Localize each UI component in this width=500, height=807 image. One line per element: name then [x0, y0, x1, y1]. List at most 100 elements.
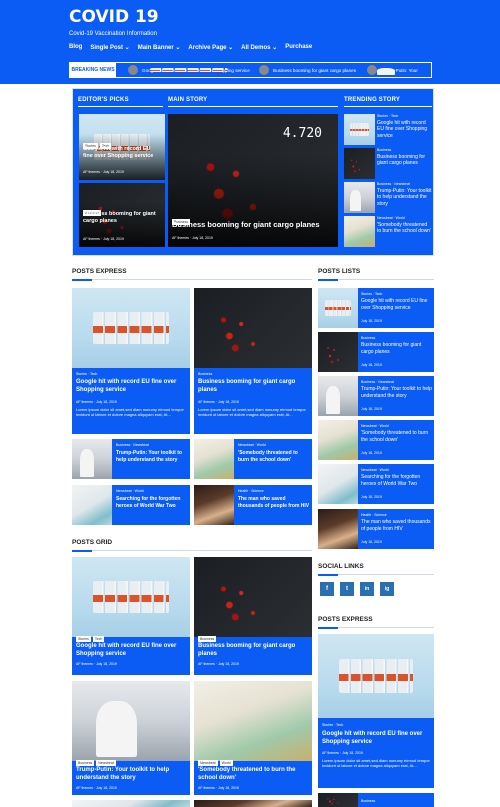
nav-item-purchase[interactable]: Purchase	[285, 44, 312, 51]
breaking-news-label: BREAKING NEWS	[70, 63, 116, 77]
post-image	[72, 288, 190, 368]
ticker-item[interactable]: Trump-Putin: Your	[367, 65, 418, 75]
ticker-item[interactable]: Business booming for giant cargo planes	[259, 65, 356, 75]
nav-item-single-post[interactable]: Single Post ⌄	[90, 44, 129, 51]
post-meta: AF themes · July 18, 2019	[198, 400, 239, 404]
trending-item[interactable]: Business Business booming for giant cargo…	[344, 148, 432, 179]
post-meta: AF themes · July 18, 2019	[76, 662, 117, 666]
list-item[interactable]: Newsbeat · World 'Somebody threatened to …	[318, 420, 434, 460]
post-thumb	[194, 485, 234, 525]
divider	[168, 106, 338, 107]
list-item[interactable]: Business Business booming for giant cargo…	[318, 332, 434, 372]
post-thumb	[318, 509, 358, 549]
list-item[interactable]: Business · Newsbeat Trump-Putin: Your too…	[318, 376, 434, 416]
post-title[interactable]: Google hit with record EU fine over Shop…	[83, 146, 161, 160]
post-title[interactable]: Google hit with record EU fine over Shop…	[322, 731, 430, 747]
list-item[interactable]: Business	[318, 793, 434, 807]
grid-card[interactable]: Stories Tech Google hit with record EU fi…	[72, 557, 190, 675]
post-title[interactable]: 'Somebody threatened to burn the school …	[198, 766, 308, 782]
nav-item-archive-page[interactable]: Archive Page ⌄	[188, 44, 233, 51]
breaking-news-ticker: BREAKING NEWS Google hit with record EU …	[69, 62, 432, 78]
editors-pick-card[interactable]: Stories Tech Google hit with record EU fi…	[79, 114, 165, 180]
trending-item[interactable]: Business · Newsbeat Trump-Putin: Your too…	[344, 182, 432, 213]
post-meta: AF themes · July 18, 2019	[83, 170, 124, 174]
site-tagline: Covid-19 Vaccination Information	[69, 31, 157, 37]
post-excerpt: Lorem ipsum dolor sit amet,sed diam nonu…	[322, 758, 430, 769]
list-item[interactable]: Newsbeat · World Searching for the forgot…	[318, 464, 434, 504]
post-image	[194, 681, 312, 761]
post-thumb	[194, 439, 234, 479]
post-title[interactable]: 'Somebody threatened to burn the school …	[361, 430, 433, 443]
nav-item-all-demos[interactable]: All Demos ⌄	[241, 44, 277, 51]
post-title[interactable]: Business booming for giant cargo planes	[198, 379, 308, 395]
grid-card[interactable]: Business Newsbeat Trump-Putin: Your toolk…	[72, 681, 190, 795]
post-title[interactable]: Business booming for giant cargo planes	[172, 220, 334, 229]
post-thumb	[318, 376, 358, 416]
post-meta: AF themes · July 18, 2019	[83, 237, 124, 241]
post-card-small[interactable]: Business · Newsbeat Trump-Putin: Your too…	[72, 439, 190, 479]
trending-story-heading: TRENDING STORY	[344, 97, 401, 103]
site-title[interactable]: COVID 19	[69, 7, 159, 27]
post-card-small[interactable]: Health · Science The man who saved thousa…	[194, 485, 312, 525]
post-thumb	[72, 439, 112, 479]
main-nav: Blog Single Post ⌄ Main Banner ⌄ Archive…	[69, 44, 312, 51]
post-card[interactable]: Business Business booming for giant carg…	[194, 288, 312, 434]
ticker-thumb	[259, 65, 269, 75]
nav-item-main-banner[interactable]: Main Banner ⌄	[138, 44, 181, 51]
list-item[interactable]: Stories · Tech Google hit with record EU …	[318, 288, 434, 328]
grid-card[interactable]: Newsbeat World 'Somebody threatened to bu…	[194, 681, 312, 795]
posts-grid-heading: POSTS GRID	[72, 539, 113, 546]
post-card-small[interactable]: Newsbeat · World Searching for the forgot…	[72, 485, 190, 525]
post-title[interactable]: Business booming for giant cargo planes	[361, 342, 433, 355]
trending-item[interactable]: Newsbeat · World 'Somebody threatened to …	[344, 216, 432, 247]
post-title[interactable]: Trump-Putin: Your toolkit to help unders…	[76, 766, 186, 782]
heading-underline	[318, 574, 434, 576]
post-title[interactable]: Searching for the forgotten heroes of Wo…	[361, 474, 433, 487]
post-title[interactable]: Searching for the forgotten heroes of Wo…	[116, 496, 188, 509]
editors-pick-card[interactable]: Business Business booming for giant carg…	[79, 183, 165, 247]
facebook-icon[interactable]: f	[320, 582, 334, 596]
post-card[interactable]: Stories · Tech Google hit with record EU…	[72, 288, 190, 434]
post-title[interactable]: Google hit with record EU fine over Shop…	[76, 379, 186, 395]
trending-item[interactable]: Stories · Tech Google hit with record EU …	[344, 114, 432, 145]
post-title[interactable]: 'Somebody threatened to burn the school …	[238, 450, 310, 463]
post-image	[72, 681, 190, 761]
divider	[78, 106, 163, 107]
screen-graphic: 4.720	[282, 126, 322, 141]
list-item[interactable]: Health · Science The man who saved thousa…	[318, 509, 434, 549]
post-thumb	[318, 793, 358, 807]
post-title[interactable]: The man who saved thousands of people fr…	[361, 519, 433, 532]
instagram-icon[interactable]: ig	[380, 582, 394, 596]
post-card-small[interactable]: Newsbeat · World 'Somebody threatened to …	[194, 439, 312, 479]
nav-item-blog[interactable]: Blog	[69, 44, 82, 51]
post-image	[194, 557, 312, 637]
post-thumb	[318, 332, 358, 372]
heading-underline	[318, 627, 434, 629]
ticker-item[interactable]: Google hit with record EU fine over Shop…	[128, 65, 250, 75]
post-meta: AF themes · July 18, 2019	[198, 786, 239, 790]
post-title[interactable]: Business booming for giant cargo planes	[198, 642, 308, 658]
main-story-card[interactable]: 4.720 Business Business booming for gian…	[168, 114, 338, 247]
post-title[interactable]: The man who saved thousands of people fr…	[238, 496, 310, 509]
twitter-icon[interactable]: t	[340, 582, 354, 596]
heading-underline	[318, 279, 434, 281]
ticker-thumb	[128, 65, 138, 75]
main-story-heading: MAIN STORY	[168, 97, 208, 103]
post-thumb	[318, 420, 358, 460]
post-meta: AF themes · July 18, 2019	[172, 236, 213, 240]
post-title[interactable]: Business booming for giant cargo planes	[83, 211, 161, 225]
post-title[interactable]: Google hit with record EU fine over Shop…	[361, 298, 433, 311]
post-thumb	[72, 485, 112, 525]
post-image	[194, 288, 312, 368]
post-image	[318, 634, 434, 718]
post-thumb	[344, 148, 375, 179]
post-title[interactable]: Trump-Putin: Your toolkit to help unders…	[361, 386, 433, 399]
post-title[interactable]: Google hit with record EU fine over Shop…	[76, 642, 186, 658]
post-image	[72, 557, 190, 637]
grid-card[interactable]: Business Business booming for giant carg…	[194, 557, 312, 675]
post-title[interactable]: Trump-Putin: Your toolkit to help unders…	[116, 450, 188, 463]
linkedin-icon[interactable]: in	[360, 582, 374, 596]
post-card[interactable]: Stories · Tech Google hit with record EU…	[318, 634, 434, 788]
post-image	[72, 800, 190, 807]
editors-picks-heading: EDITOR'S PICKS	[78, 97, 129, 103]
